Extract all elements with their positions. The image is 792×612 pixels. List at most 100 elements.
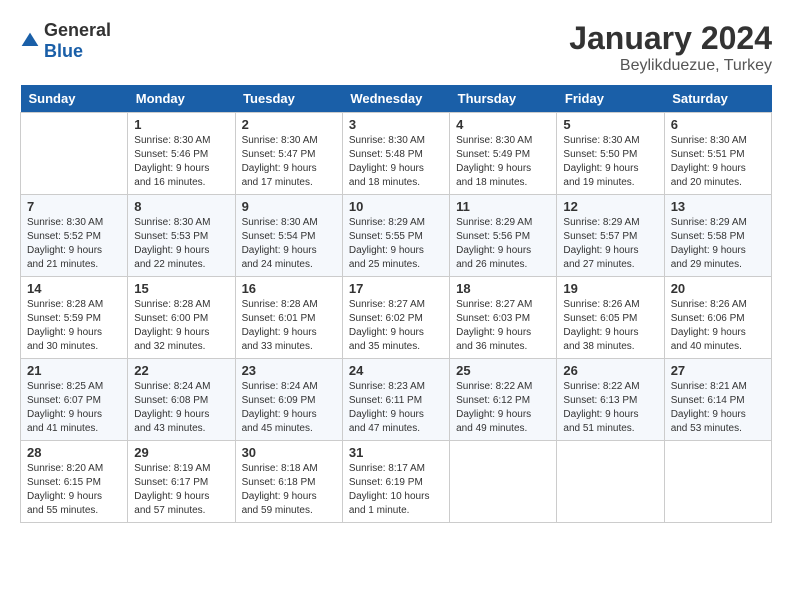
day-cell: 11 Sunrise: 8:29 AM Sunset: 5:56 PM Dayli… [450,195,557,277]
day-info: Sunrise: 8:25 AM Sunset: 6:07 PM Dayligh… [27,380,121,436]
day-number: 14 [27,281,121,296]
day-info: Sunrise: 8:27 AM Sunset: 6:02 PM Dayligh… [349,298,443,354]
logo: General Blue [20,20,111,62]
day-cell [21,113,128,195]
day-number: 12 [563,199,657,214]
col-header-monday: Monday [128,85,235,113]
day-cell: 17 Sunrise: 8:27 AM Sunset: 6:02 PM Dayli… [342,277,449,359]
day-info: Sunrise: 8:29 AM Sunset: 5:55 PM Dayligh… [349,216,443,272]
day-number: 20 [671,281,765,296]
day-info: Sunrise: 8:18 AM Sunset: 6:18 PM Dayligh… [242,462,336,518]
week-row-2: 7Sunrise: 8:30 AM Sunset: 5:52 PM Daylig… [21,195,772,277]
day-info: Sunrise: 8:27 AM Sunset: 6:03 PM Dayligh… [456,298,550,354]
day-number: 11 [456,199,550,214]
day-cell: 4Sunrise: 8:30 AM Sunset: 5:49 PM Daylig… [450,113,557,195]
day-number: 9 [242,199,336,214]
day-info: Sunrise: 8:26 AM Sunset: 6:05 PM Dayligh… [563,298,657,354]
day-cell: 15 Sunrise: 8:28 AM Sunset: 6:00 PM Dayli… [128,277,235,359]
day-info: Sunrise: 8:28 AM Sunset: 6:00 PM Dayligh… [134,298,228,354]
day-info: Sunrise: 8:19 AM Sunset: 6:17 PM Dayligh… [134,462,228,518]
day-number: 27 [671,363,765,378]
calendar-header-row: SundayMondayTuesdayWednesdayThursdayFrid… [21,85,772,113]
day-cell: 22 Sunrise: 8:24 AM Sunset: 6:08 PM Dayli… [128,359,235,441]
day-cell: 2 Sunrise: 8:30 AM Sunset: 5:47 PM Daylig… [235,113,342,195]
day-cell: 13 Sunrise: 8:29 AM Sunset: 5:58 PM Dayli… [664,195,771,277]
day-number: 23 [242,363,336,378]
day-number: 26 [563,363,657,378]
day-number: 13 [671,199,765,214]
day-cell: 9 Sunrise: 8:30 AM Sunset: 5:54 PM Daylig… [235,195,342,277]
day-info: Sunrise: 8:20 AM Sunset: 6:15 PM Dayligh… [27,462,121,518]
day-info: Sunrise: 8:28 AM Sunset: 6:01 PM Dayligh… [242,298,336,354]
title-area: January 2024 Beylikduezue, Turkey [569,20,772,75]
day-info: Sunrise: 8:29 AM Sunset: 5:57 PM Dayligh… [563,216,657,272]
day-cell: 5 Sunrise: 8:30 AM Sunset: 5:50 PM Daylig… [557,113,664,195]
day-cell: 19 Sunrise: 8:26 AM Sunset: 6:05 PM Dayli… [557,277,664,359]
col-header-sunday: Sunday [21,85,128,113]
day-cell: 16 Sunrise: 8:28 AM Sunset: 6:01 PM Dayli… [235,277,342,359]
day-cell: 20 Sunrise: 8:26 AM Sunset: 6:06 PM Dayli… [664,277,771,359]
day-number: 15 [134,281,228,296]
day-info: Sunrise: 8:22 AM Sunset: 6:12 PM Dayligh… [456,380,550,436]
day-cell [450,441,557,523]
day-number: 19 [563,281,657,296]
day-info: Sunrise: 8:23 AM Sunset: 6:11 PM Dayligh… [349,380,443,436]
day-info: Sunrise: 8:30 AM Sunset: 5:50 PM Dayligh… [563,134,657,190]
week-row-4: 21 Sunrise: 8:25 AM Sunset: 6:07 PM Dayli… [21,359,772,441]
day-info: Sunrise: 8:24 AM Sunset: 6:09 PM Dayligh… [242,380,336,436]
day-cell: 14 Sunrise: 8:28 AM Sunset: 5:59 PM Dayli… [21,277,128,359]
day-info: Sunrise: 8:21 AM Sunset: 6:14 PM Dayligh… [671,380,765,436]
day-info: Sunrise: 8:30 AM Sunset: 5:51 PM Dayligh… [671,134,765,190]
logo-icon [20,31,40,51]
day-number: 18 [456,281,550,296]
day-cell: 25 Sunrise: 8:22 AM Sunset: 6:12 PM Dayli… [450,359,557,441]
day-info: Sunrise: 8:30 AM Sunset: 5:54 PM Dayligh… [242,216,336,272]
day-cell: 7Sunrise: 8:30 AM Sunset: 5:52 PM Daylig… [21,195,128,277]
day-info: Sunrise: 8:24 AM Sunset: 6:08 PM Dayligh… [134,380,228,436]
day-number: 25 [456,363,550,378]
day-number: 16 [242,281,336,296]
day-info: Sunrise: 8:30 AM Sunset: 5:47 PM Dayligh… [242,134,336,190]
day-number: 2 [242,117,336,132]
day-cell [664,441,771,523]
day-info: Sunrise: 8:29 AM Sunset: 5:58 PM Dayligh… [671,216,765,272]
col-header-thursday: Thursday [450,85,557,113]
day-cell: 30 Sunrise: 8:18 AM Sunset: 6:18 PM Dayli… [235,441,342,523]
day-number: 7 [27,199,121,214]
day-cell: 3Sunrise: 8:30 AM Sunset: 5:48 PM Daylig… [342,113,449,195]
day-cell: 1Sunrise: 8:30 AM Sunset: 5:46 PM Daylig… [128,113,235,195]
day-number: 8 [134,199,228,214]
page-header: General Blue January 2024 Beylikduezue, … [20,20,772,75]
location-title: Beylikduezue, Turkey [569,57,772,75]
col-header-saturday: Saturday [664,85,771,113]
week-row-3: 14 Sunrise: 8:28 AM Sunset: 5:59 PM Dayli… [21,277,772,359]
day-info: Sunrise: 8:22 AM Sunset: 6:13 PM Dayligh… [563,380,657,436]
day-info: Sunrise: 8:26 AM Sunset: 6:06 PM Dayligh… [671,298,765,354]
day-number: 21 [27,363,121,378]
day-info: Sunrise: 8:17 AM Sunset: 6:19 PM Dayligh… [349,462,443,518]
day-number: 17 [349,281,443,296]
day-info: Sunrise: 8:28 AM Sunset: 5:59 PM Dayligh… [27,298,121,354]
col-header-tuesday: Tuesday [235,85,342,113]
day-number: 5 [563,117,657,132]
month-title: January 2024 [569,20,772,57]
logo-general: General [44,20,111,40]
day-cell: 26 Sunrise: 8:22 AM Sunset: 6:13 PM Dayli… [557,359,664,441]
day-cell: 21 Sunrise: 8:25 AM Sunset: 6:07 PM Dayli… [21,359,128,441]
logo-blue: Blue [44,41,83,61]
day-info: Sunrise: 8:30 AM Sunset: 5:48 PM Dayligh… [349,134,443,190]
day-number: 28 [27,445,121,460]
day-number: 1 [134,117,228,132]
day-cell: 18 Sunrise: 8:27 AM Sunset: 6:03 PM Dayli… [450,277,557,359]
day-info: Sunrise: 8:29 AM Sunset: 5:56 PM Dayligh… [456,216,550,272]
day-number: 31 [349,445,443,460]
day-cell: 29Sunrise: 8:19 AM Sunset: 6:17 PM Dayli… [128,441,235,523]
day-cell: 6Sunrise: 8:30 AM Sunset: 5:51 PM Daylig… [664,113,771,195]
calendar-table: SundayMondayTuesdayWednesdayThursdayFrid… [20,85,772,523]
day-cell: 31 Sunrise: 8:17 AM Sunset: 6:19 PM Dayli… [342,441,449,523]
col-header-friday: Friday [557,85,664,113]
day-number: 4 [456,117,550,132]
day-number: 30 [242,445,336,460]
day-number: 22 [134,363,228,378]
day-cell: 10Sunrise: 8:29 AM Sunset: 5:55 PM Dayli… [342,195,449,277]
